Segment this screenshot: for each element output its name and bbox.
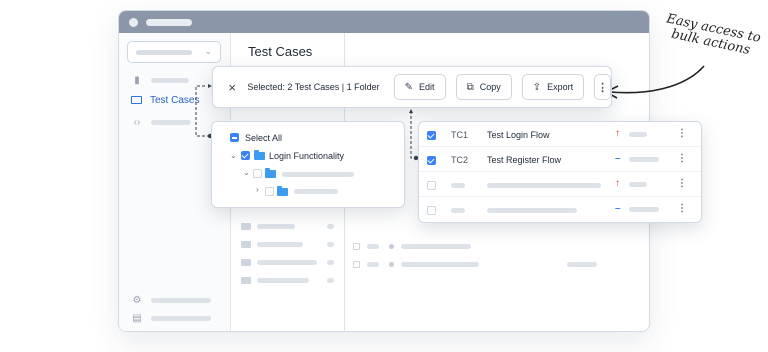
close-icon[interactable]: × [227,80,237,95]
folder-icon [265,168,276,178]
subfolder-placeholder [282,172,354,177]
priority-high-icon: ↑ [615,178,620,189]
priority-medium-icon: – [615,153,621,164]
row-checkbox[interactable] [427,181,436,190]
table-row[interactable]: TC2 Test Register Flow – ⋮ [419,147,701,172]
test-case-title: Test Register Flow [487,155,562,165]
priority-placeholder [629,182,647,187]
upload-icon: ⇪ [532,81,542,93]
connector-actionbar-list [410,111,416,159]
table-row[interactable]: – ⋮ [419,197,701,222]
folder-checkbox[interactable] [241,151,250,160]
title-placeholder [487,208,577,213]
pencil-icon: ✎ [404,81,414,93]
copy-button-label: Copy [479,82,501,92]
bulk-action-bar: × Selected: 2 Test Cases | 1 Folder ✎ Ed… [212,66,612,108]
subfolder-placeholder [294,189,338,194]
id-placeholder [451,183,465,188]
row-checkbox[interactable] [427,206,436,215]
folder-label: Login Functionality [269,151,345,161]
priority-medium-icon: – [615,203,621,214]
priority-placeholder [629,207,659,212]
table-row[interactable]: TC1 Test Login Flow ↑ ⋮ [419,122,701,147]
copy-icon: ⧉ [466,81,474,93]
select-all-checkbox[interactable] [230,133,239,142]
title-placeholder [487,183,601,188]
copy-button[interactable]: ⧉ Copy [455,74,512,100]
chevron-down-icon[interactable]: ⌄ [230,151,237,160]
id-placeholder [451,208,465,213]
priority-placeholder [629,132,647,137]
test-case-title: Test Login Flow [487,130,550,140]
kebab-icon[interactable]: ⋮ [677,128,687,139]
select-all-label: Select All [245,133,283,143]
chevron-right-icon[interactable]: › [256,185,259,194]
connector-actionbar-tree [195,85,210,137]
arrowhead [409,109,413,113]
subfolder-checkbox[interactable] [265,187,274,196]
chevron-down-icon[interactable]: ⌄ [243,168,250,177]
edit-button-label: Edit [419,82,435,92]
edit-button[interactable]: ✎ Edit [393,74,446,100]
folder-icon [254,150,265,160]
row-checkbox[interactable] [427,131,436,140]
test-case-list: TC1 Test Login Flow ↑ ⋮ TC2 Test Registe… [418,121,702,223]
kebab-icon[interactable]: ⋮ [677,203,687,214]
more-actions-button[interactable]: ⋮ [594,74,611,100]
table-row[interactable]: ↑ ⋮ [419,172,701,197]
test-case-id: TC1 [451,130,469,140]
test-case-id: TC2 [451,155,469,165]
folder-icon [277,186,288,196]
row-checkbox[interactable] [427,156,436,165]
folder-tree-popover: Select All ⌄ Login Functionality ⌄ › [211,121,405,208]
priority-placeholder [629,157,659,162]
subfolder-checkbox[interactable] [253,169,262,178]
kebab-icon: ⋮ [597,81,609,94]
export-button-label: Export [547,82,574,92]
priority-high-icon: ↑ [615,128,620,139]
annotation-arrow [609,65,705,94]
export-button[interactable]: ⇪ Export [521,74,585,100]
kebab-icon[interactable]: ⋮ [677,178,687,189]
kebab-icon[interactable]: ⋮ [677,153,687,164]
selection-summary: Selected: 2 Test Cases | 1 Folder [247,82,380,92]
